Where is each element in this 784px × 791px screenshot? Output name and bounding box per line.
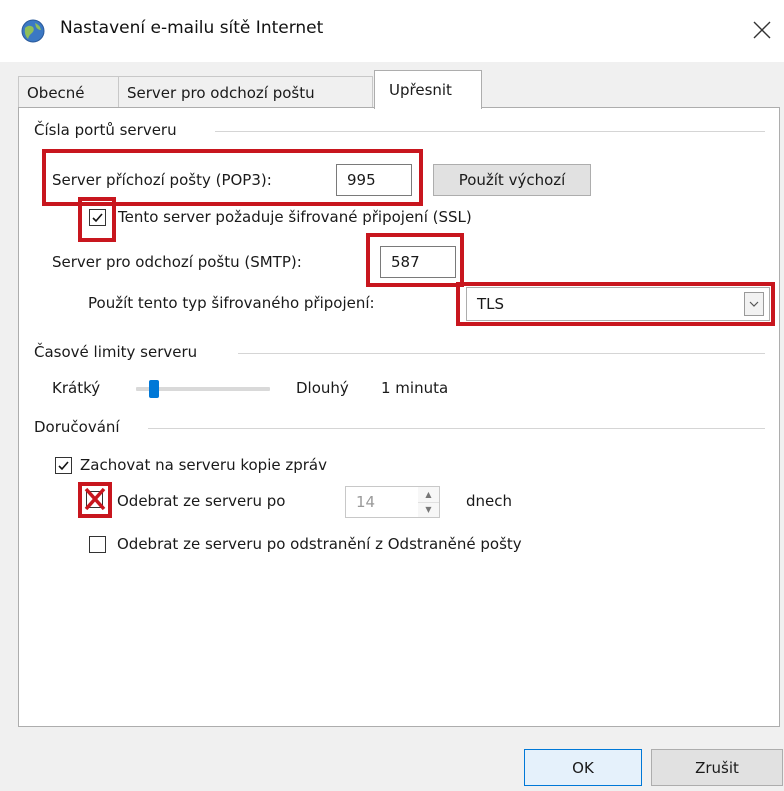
group-divider xyxy=(215,131,765,132)
ports-group-title: Čísla portů serveru xyxy=(34,121,183,139)
tab-label: Server pro odchozí poštu xyxy=(127,83,315,102)
timeout-value: 1 minuta xyxy=(381,379,449,397)
ssl-label: Tento server požaduje šifrované připojen… xyxy=(118,208,472,226)
outlook-globe-icon xyxy=(20,18,46,44)
smtp-port-input[interactable]: 587 xyxy=(380,246,456,278)
tab-advanced[interactable]: Upřesnit xyxy=(374,70,482,109)
use-default-button[interactable]: Použít výchozí xyxy=(433,164,591,196)
tab-label: Upřesnit xyxy=(389,81,452,99)
remove-after-days-input[interactable]: 14 xyxy=(345,486,419,518)
keep-copies-checkbox[interactable] xyxy=(55,457,72,474)
keep-copies-label: Zachovat na serveru kopie zpráv xyxy=(80,456,327,474)
remove-on-delete-label: Odebrat ze serveru po odstranění z Odstr… xyxy=(117,535,522,553)
spin-up-icon[interactable]: ▲ xyxy=(418,487,439,503)
chevron-down-icon xyxy=(749,301,759,307)
encryption-type-select[interactable]: TLS xyxy=(466,287,770,321)
tab-outgoing-server[interactable]: Server pro odchozí poštu xyxy=(118,76,373,108)
cancel-button[interactable]: Zrušit xyxy=(651,749,783,786)
tab-label: Obecné xyxy=(27,83,85,102)
pop3-port-input[interactable]: 995 xyxy=(336,164,412,196)
remove-after-label: Odebrat ze serveru po xyxy=(117,492,286,510)
timeout-slider-thumb[interactable] xyxy=(149,380,160,398)
close-icon xyxy=(753,21,771,39)
checkmark-icon xyxy=(58,461,69,471)
pop3-label: Server příchozí pošty (POP3): xyxy=(52,171,272,189)
slider-long-label: Dlouhý xyxy=(296,379,349,397)
spin-down-icon[interactable]: ▼ xyxy=(418,503,439,518)
ok-button[interactable]: OK xyxy=(524,749,642,786)
tab-panel xyxy=(18,107,780,727)
ssl-checkbox[interactable] xyxy=(89,209,106,226)
remove-on-delete-checkbox[interactable] xyxy=(89,536,106,553)
cross-mark-icon xyxy=(83,486,107,512)
smtp-label: Server pro odchozí poštu (SMTP): xyxy=(52,253,302,271)
days-label: dnech xyxy=(466,492,513,510)
dropdown-button[interactable] xyxy=(744,292,764,316)
checkmark-icon xyxy=(92,213,103,223)
timeouts-group-title: Časové limity serveru xyxy=(34,343,204,361)
window-title: Nastavení e-mailu sítě Internet xyxy=(60,18,324,38)
slider-short-label: Krátký xyxy=(52,379,101,397)
group-divider xyxy=(238,353,765,354)
group-divider xyxy=(148,428,765,429)
days-spinner[interactable]: ▲ ▼ xyxy=(418,486,440,518)
close-button[interactable] xyxy=(742,10,782,50)
encryption-value: TLS xyxy=(477,295,505,313)
delivery-group-title: Doručování xyxy=(34,418,126,436)
encryption-type-label: Použít tento typ šifrovaného připojení: xyxy=(88,294,375,312)
tab-obecne[interactable]: Obecné xyxy=(18,76,119,108)
